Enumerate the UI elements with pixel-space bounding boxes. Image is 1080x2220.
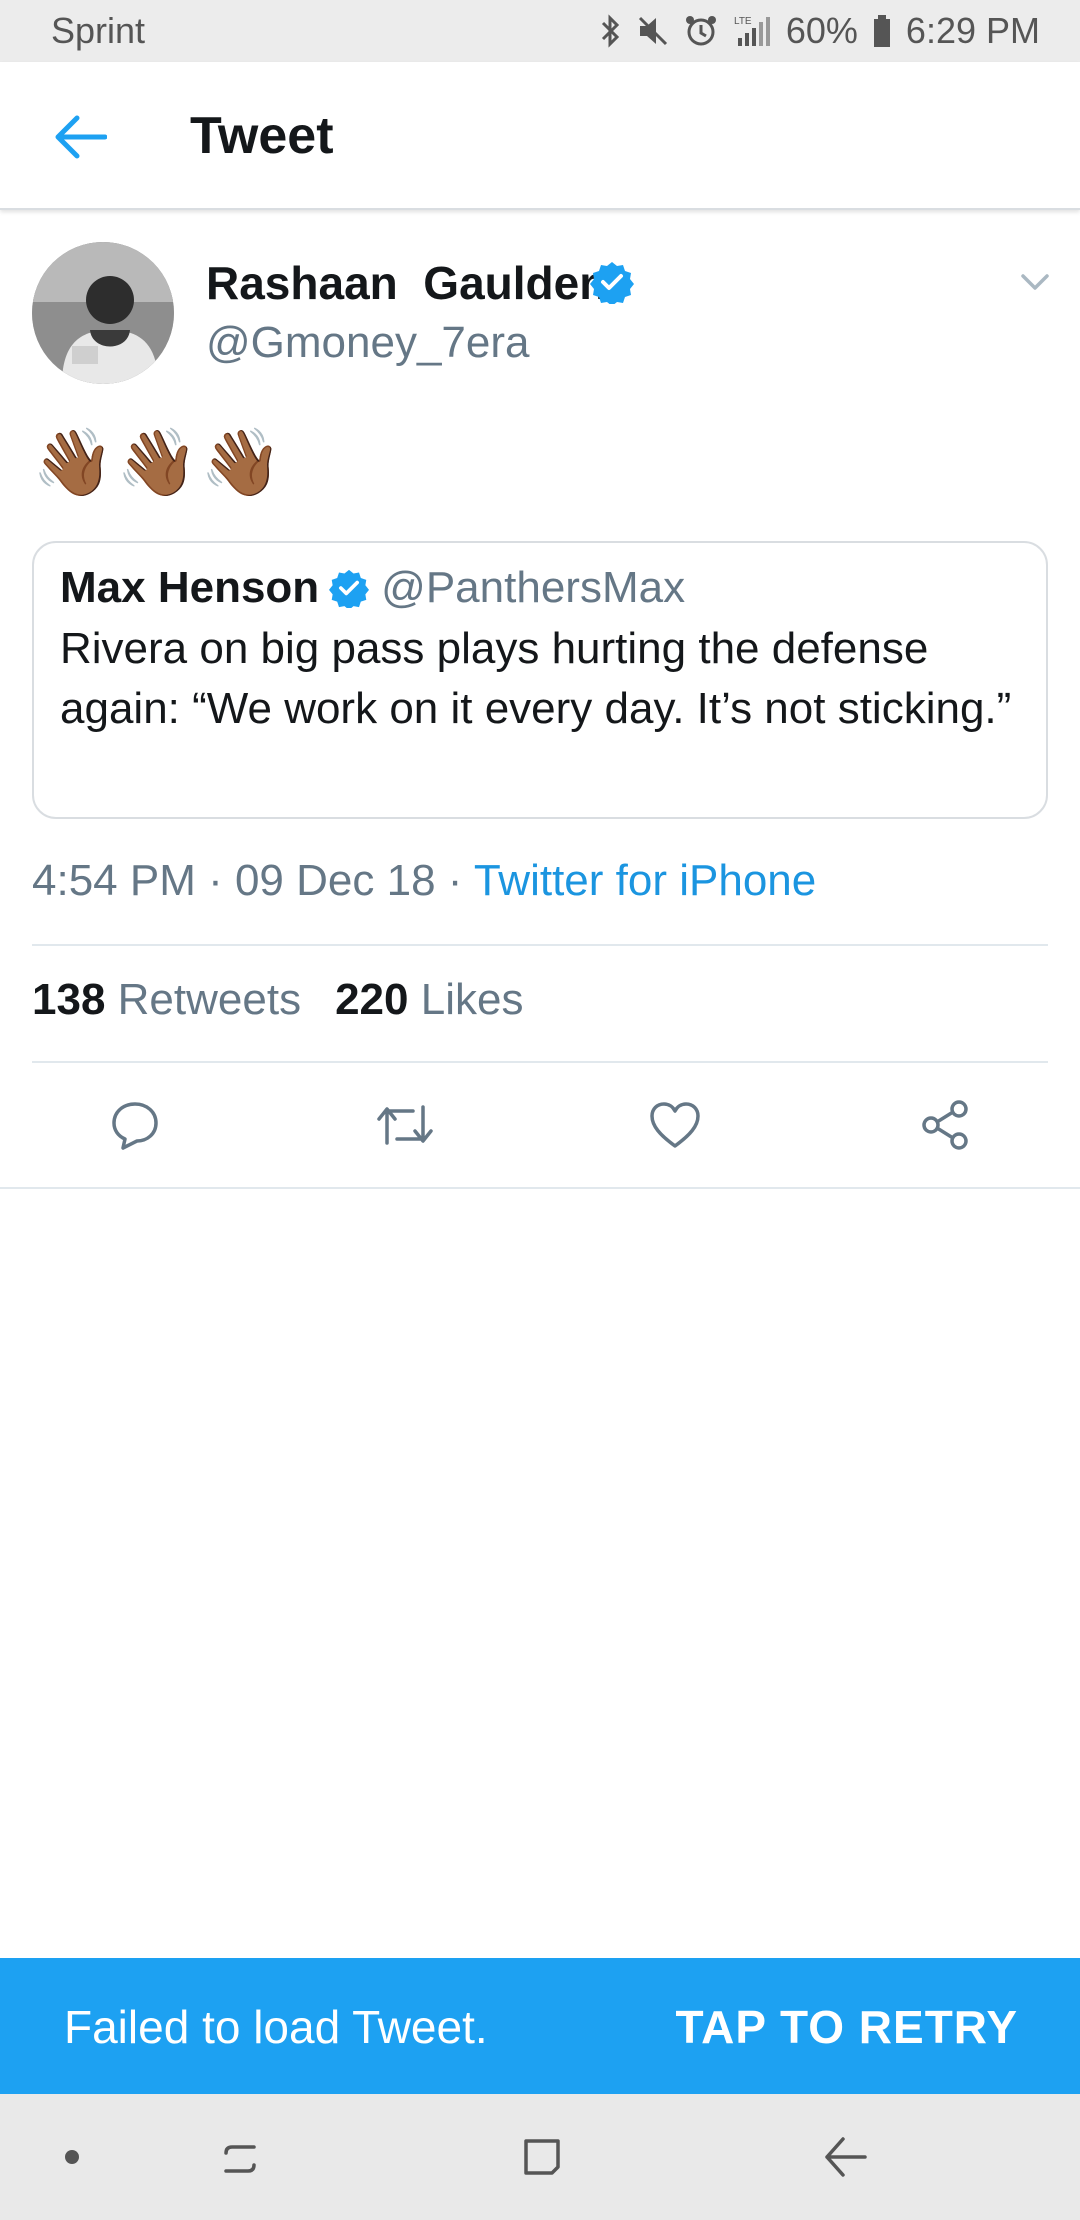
recent-apps-button[interactable] (210, 2127, 270, 2187)
divider (32, 1061, 1048, 1063)
back-nav-button[interactable] (815, 2127, 875, 2187)
app-header: Tweet (0, 62, 1080, 210)
bluetooth-icon (600, 14, 622, 48)
author-handle[interactable]: @Gmoney_7era (206, 318, 530, 368)
snackbar-message: Failed to load Tweet. (64, 2001, 488, 2053)
retweet-button[interactable] (370, 1090, 440, 1160)
likes-stat[interactable]: 220 Likes (335, 975, 523, 1024)
tweet-source-link[interactable]: Twitter for iPhone (474, 856, 816, 905)
tweet-action-bar (0, 1090, 1080, 1160)
status-time: 6:29 PM (905, 10, 1040, 51)
like-count: 220 (335, 975, 409, 1024)
arrow-left-icon (55, 115, 107, 159)
home-button[interactable] (512, 2127, 572, 2187)
like-icon (650, 1102, 700, 1148)
like-label: Likes (420, 975, 524, 1024)
retweet-label: Retweets (117, 975, 302, 1024)
system-nav-bar (0, 2094, 1080, 2220)
chevron-down-icon (1021, 274, 1049, 290)
back-button[interactable] (40, 102, 120, 172)
author-name[interactable]: Rashaan Gaulden (206, 256, 607, 310)
nav-dot-button[interactable] (42, 2127, 102, 2187)
home-square-icon (524, 2139, 560, 2175)
battery-percent: 60% (785, 10, 858, 51)
retweet-icon (377, 1105, 433, 1145)
share-button[interactable] (910, 1090, 980, 1160)
quoted-tweet-card[interactable]: Max Henson @PanthersMax Rivera on big pa… (32, 541, 1048, 819)
quoted-author-handle: @PanthersMax (381, 563, 686, 612)
tweet-stats: 138 Retweets 220 Likes (32, 975, 523, 1025)
battery-icon (872, 14, 892, 48)
mute-icon (636, 14, 670, 48)
verified-badge-icon (590, 260, 634, 309)
tweet-meta: 4:54 PM · 09 Dec 18 · Twitter for iPhone (32, 856, 816, 906)
retry-button[interactable]: TAP TO RETRY (675, 2000, 1018, 2054)
status-icons: LTE 60% 6:29 PM (600, 10, 1040, 52)
quoted-tweet-text: Rivera on big pass plays hurting the def… (60, 624, 1012, 733)
page-title: Tweet (190, 107, 334, 165)
share-icon (922, 1100, 968, 1150)
carrier-label: Sprint (51, 10, 146, 51)
retweets-stat[interactable]: 138 Retweets (32, 975, 301, 1024)
tweet-options-button[interactable] (1010, 262, 1060, 302)
alarm-icon (684, 14, 718, 48)
reply-icon (112, 1102, 158, 1150)
reply-button[interactable] (100, 1090, 170, 1160)
recent-apps-icon (224, 2145, 256, 2173)
tweet-text: 👋🏾👋🏾👋🏾 (32, 425, 285, 499)
divider (0, 1187, 1080, 1189)
avatar[interactable] (32, 242, 174, 384)
verified-badge-icon (329, 568, 370, 608)
like-button[interactable] (640, 1090, 710, 1160)
quoted-author-name: Max Henson (60, 563, 320, 612)
svg-text:LTE: LTE (734, 16, 752, 27)
error-snackbar: Failed to load Tweet. TAP TO RETRY (0, 1958, 1080, 2094)
quoted-tweet-header: Max Henson @PanthersMax (60, 563, 685, 613)
dot-icon (65, 2150, 79, 2164)
lte-signal-icon: LTE (732, 14, 772, 48)
back-arrow-icon (825, 2137, 867, 2177)
retweet-count: 138 (32, 975, 106, 1024)
status-bar: Sprint LTE 60% 6:29 PM (0, 0, 1080, 62)
divider (32, 944, 1048, 946)
tweet-timestamp: 4:54 PM · 09 Dec 18 · (32, 856, 474, 905)
